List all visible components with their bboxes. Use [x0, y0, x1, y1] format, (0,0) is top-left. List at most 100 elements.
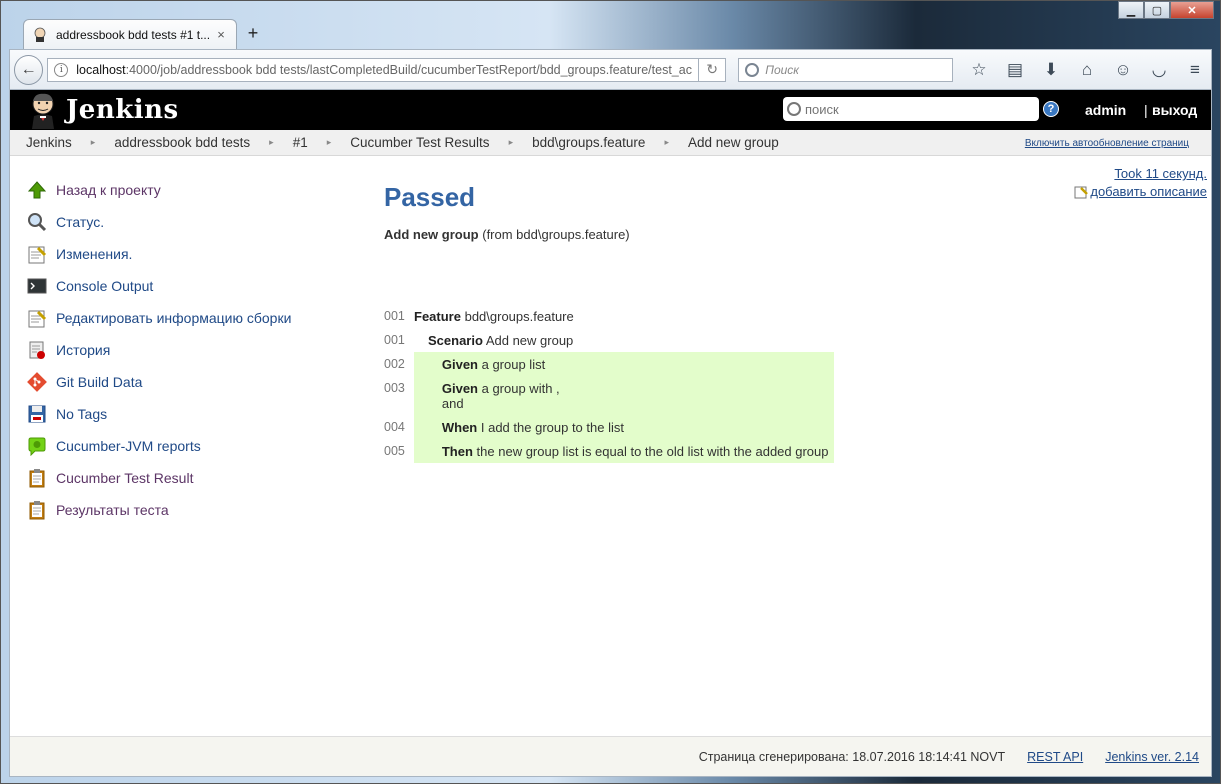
- sidebar-item-label: История: [56, 342, 111, 358]
- minimize-button[interactable]: ▁: [1118, 1, 1144, 19]
- line-number: 004: [384, 420, 405, 434]
- jenkins-version-link[interactable]: Jenkins ver. 2.14: [1105, 750, 1199, 764]
- floppy-icon: [26, 403, 48, 425]
- test-steps: 001 Feature bdd\groups.feature 001 Scena…: [384, 304, 834, 463]
- line-number: 001: [384, 309, 405, 323]
- reading-list-icon[interactable]: ▤: [1003, 58, 1027, 82]
- add-description-link[interactable]: добавить описание: [1074, 184, 1207, 199]
- pocket-icon[interactable]: ◡: [1147, 58, 1171, 82]
- sidebar-item-edit-build-info[interactable]: Редактировать информацию сборки: [26, 302, 356, 334]
- feature-line: 001 Feature bdd\groups.feature: [384, 304, 834, 328]
- notepad-icon: [26, 243, 48, 265]
- close-window-button[interactable]: ✕: [1170, 1, 1214, 19]
- step-passed: Then the new group list is equal to the …: [413, 439, 834, 463]
- title-bar: addressbook bdd tests #1 t... × + ▁ ▢ ✕: [1, 1, 1220, 49]
- step-text: the new group list is equal to the old l…: [476, 444, 829, 459]
- breadcrumb-arrow-icon[interactable]: ▸: [327, 137, 332, 148]
- breadcrumb-feature[interactable]: bdd\groups.feature: [532, 135, 645, 150]
- jenkins-header: Jenkins ? admin | выход: [10, 90, 1211, 130]
- sidebar-item-label: Статус.: [56, 214, 105, 230]
- sidebar-item-git-build-data[interactable]: Git Build Data: [26, 366, 356, 398]
- back-button[interactable]: ←: [14, 54, 44, 85]
- breadcrumb-arrow-icon[interactable]: ▸: [91, 137, 96, 148]
- browser-tab[interactable]: addressbook bdd tests #1 t... ×: [23, 19, 237, 49]
- breadcrumb-arrow-icon[interactable]: ▸: [509, 137, 514, 148]
- rest-api-link[interactable]: REST API: [1027, 750, 1083, 764]
- logout-link[interactable]: выход: [1152, 102, 1197, 118]
- sidebar-item-label: Cucumber-JVM reports: [56, 438, 201, 454]
- history-icon: [26, 339, 48, 361]
- took-duration-link[interactable]: Took 11 секунд.: [1114, 166, 1207, 181]
- scenario-keyword: Scenario: [428, 333, 483, 348]
- test-name-label: Add new group: [384, 227, 479, 242]
- git-icon: [26, 371, 48, 393]
- step-keyword: When: [441, 420, 478, 435]
- step-extra: and: [441, 396, 464, 411]
- terminal-icon: [26, 275, 48, 297]
- download-icon[interactable]: ⬇: [1039, 58, 1063, 82]
- site-info-icon[interactable]: i: [54, 62, 69, 77]
- sidebar-item-test-results[interactable]: Результаты теста: [26, 494, 356, 526]
- browser-search-input[interactable]: Поиск: [738, 57, 953, 82]
- line-number: 005: [384, 444, 405, 458]
- sidebar-item-changes[interactable]: Изменения.: [26, 238, 356, 270]
- sidebar-item-status[interactable]: Статус.: [26, 206, 356, 238]
- step-keyword: Given: [441, 381, 478, 396]
- sidebar-item-label: Изменения.: [56, 246, 133, 262]
- feature-name: bdd\groups.feature: [464, 309, 574, 324]
- navigation-toolbar: ← i localhost :4000/job/addressbook bdd …: [9, 49, 1212, 89]
- breadcrumb-cucumber-results[interactable]: Cucumber Test Results: [350, 135, 489, 150]
- sidebar-item-history[interactable]: История: [26, 334, 356, 366]
- jenkins-logo[interactable]: Jenkins: [26, 91, 179, 129]
- line-number: 001: [384, 333, 405, 347]
- step-text: I add the group to the list: [480, 420, 624, 435]
- breadcrumb-build[interactable]: #1: [293, 135, 308, 150]
- sidebar: Назад к проекту Статус. Изменения. Conso…: [26, 174, 356, 526]
- breadcrumb-jenkins[interactable]: Jenkins: [26, 135, 72, 150]
- help-icon[interactable]: ?: [1043, 101, 1059, 117]
- jenkins-search-box[interactable]: [783, 97, 1039, 121]
- chat-icon[interactable]: ☺: [1111, 58, 1135, 82]
- reload-button[interactable]: ↻: [698, 57, 727, 82]
- sidebar-item-no-tags[interactable]: No Tags: [26, 398, 356, 430]
- sidebar-item-label: Console Output: [56, 278, 154, 294]
- step-passed: When I add the group to the list: [413, 415, 834, 439]
- page-footer: Страница сгенерирована: 18.07.2016 18:14…: [10, 736, 1211, 776]
- home-icon[interactable]: ⌂: [1075, 58, 1099, 82]
- tab-close-icon[interactable]: ×: [214, 27, 228, 42]
- url-bar[interactable]: i localhost :4000/job/addressbook bdd te…: [47, 57, 699, 82]
- sidebar-item-back-to-project[interactable]: Назад к проекту: [26, 174, 356, 206]
- breadcrumb-arrow-icon[interactable]: ▸: [664, 137, 669, 148]
- cucumber-icon: [26, 435, 48, 457]
- toolbar-icons: ☆ ▤ ⬇ ⌂ ☺ ◡ ≡: [967, 58, 1207, 82]
- breadcrumb-project[interactable]: addressbook bdd tests: [114, 135, 250, 150]
- step-line: 003 Given a group with , and: [384, 376, 834, 415]
- test-name: Add new group (from bdd\groups.feature): [384, 227, 1204, 242]
- step-text: a group list: [481, 357, 546, 372]
- new-tab-button[interactable]: +: [243, 23, 263, 44]
- sidebar-item-cucumber-test-result[interactable]: Cucumber Test Result: [26, 462, 356, 494]
- step-keyword: Given: [441, 357, 478, 372]
- url-path: :4000/job/addressbook bdd tests/lastComp…: [125, 62, 692, 77]
- breadcrumb-arrow-icon[interactable]: ▸: [269, 137, 274, 148]
- step-text: a group with ,: [481, 381, 560, 396]
- scenario-name: Add new group: [485, 333, 574, 348]
- breadcrumb-test[interactable]: Add new group: [688, 135, 779, 150]
- sidebar-item-label: Назад к проекту: [56, 182, 161, 198]
- sidebar-item-label: Редактировать информацию сборки: [56, 310, 292, 326]
- sidebar-item-console-output[interactable]: Console Output: [26, 270, 356, 302]
- feature-keyword: Feature: [414, 309, 461, 324]
- scenario-line: 001 Scenario Add new group: [384, 328, 834, 352]
- jenkins-search-input[interactable]: [805, 101, 1025, 117]
- maximize-button[interactable]: ▢: [1144, 1, 1170, 19]
- menu-icon[interactable]: ≡: [1183, 58, 1207, 82]
- header-separator: |: [1144, 102, 1148, 118]
- bookmark-star-icon[interactable]: ☆: [967, 58, 991, 82]
- sidebar-item-cucumber-jvm-reports[interactable]: Cucumber-JVM reports: [26, 430, 356, 462]
- user-link[interactable]: admin: [1085, 102, 1126, 118]
- notepad-icon: [26, 307, 48, 329]
- tab-title: addressbook bdd tests #1 t...: [56, 27, 211, 42]
- step-line: 002 Given a group list: [384, 352, 834, 376]
- auto-refresh-link[interactable]: Включить автообновление страниц: [1025, 138, 1189, 149]
- sidebar-item-label: Результаты теста: [56, 502, 169, 518]
